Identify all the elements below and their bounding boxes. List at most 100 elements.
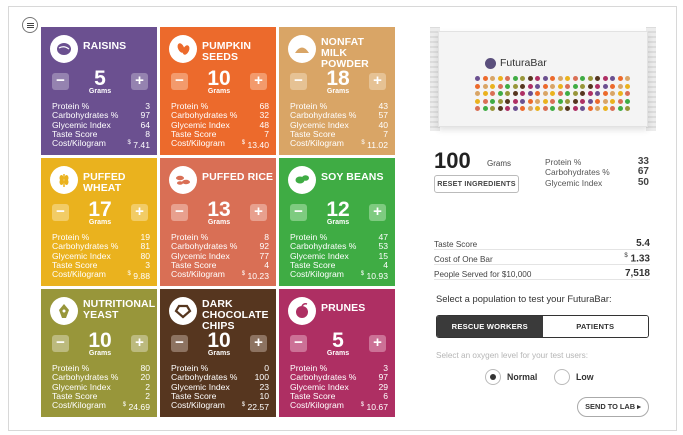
futurabar-logo: FuturaBar: [485, 57, 547, 69]
ingredient-dot: [610, 98, 615, 104]
decrease-button[interactable]: −: [171, 335, 188, 352]
yeast-icon: [50, 297, 78, 325]
patients-tab[interactable]: PATIENTS: [542, 316, 648, 337]
decrease-button[interactable]: −: [52, 335, 69, 352]
grams-stepper: − 5 Grams +: [290, 330, 386, 360]
ingredient-dot: [497, 106, 503, 111]
increase-button[interactable]: +: [369, 73, 386, 90]
decrease-button[interactable]: −: [290, 335, 307, 352]
ingredient-name: SOY BEANS: [321, 171, 384, 183]
cost-row: Cost of One Bar $ 1.33: [434, 250, 650, 265]
increase-button[interactable]: +: [131, 73, 148, 90]
soy-bean-icon: [288, 166, 316, 194]
increase-button[interactable]: +: [250, 73, 267, 90]
grams-value: 17: [88, 198, 112, 221]
ingredient-tile-puffed-rice: PUFFED RICE − 13 Grams + Protein % 8 Carbohydra…: [160, 158, 276, 286]
taste-value: 7: [264, 128, 269, 139]
ingredient-stats: Protein % 3 Carbohydrates % 97 Glycemic Inde…: [52, 101, 150, 150]
ingredient-dot: [572, 76, 578, 81]
people-served-value: 7,518: [624, 268, 650, 279]
ingredient-dot: [565, 91, 570, 96]
futurabar-wrapper-image: FuturaBar: [430, 25, 656, 133]
decrease-button[interactable]: −: [171, 204, 188, 221]
ingredient-dot: [550, 106, 555, 111]
cost-label: Cost/Kilogram: [52, 269, 106, 280]
grams-value: 5: [332, 329, 344, 352]
currency-symbol: $: [241, 402, 246, 409]
ingredient-tile-prunes: PRUNES − 5 Grams + Protein % 3 Carbohydrates % 9…: [279, 289, 395, 417]
oxygen-normal-option[interactable]: Normal: [485, 369, 537, 385]
ingredient-dot: [565, 106, 570, 111]
wheat-icon: [50, 166, 78, 194]
ingredient-dot: [535, 91, 540, 96]
currency-symbol: $: [127, 140, 131, 147]
taste-value: 8: [145, 128, 150, 139]
oxygen-normal-label: Normal: [507, 372, 538, 382]
ingredient-dot: [595, 91, 600, 96]
hamburger-menu-icon[interactable]: [22, 17, 38, 33]
increase-button[interactable]: +: [131, 204, 148, 221]
ingredient-dot: [535, 83, 540, 89]
ingredient-dot: [512, 106, 518, 111]
taste-value: 6: [383, 390, 388, 401]
ingredient-grid: RAISINS −5 Grams + Protein % 3 Carbohydrates %…: [41, 27, 395, 417]
ingredient-dot: [625, 98, 630, 104]
send-to-lab-button[interactable]: SEND TO LAB ▸: [577, 397, 649, 417]
ingredient-dot: [587, 98, 593, 104]
currency-symbol: $: [361, 140, 365, 147]
grams-stepper: − 10 Grams +: [171, 68, 267, 98]
rescue-workers-tab[interactable]: RESCUE WORKERS: [437, 316, 543, 337]
decrease-button[interactable]: −: [52, 204, 69, 221]
increase-button[interactable]: +: [250, 335, 267, 352]
ingredient-dot: [602, 98, 608, 104]
ingredient-dot: [587, 91, 593, 96]
raisin-icon: [50, 35, 78, 63]
decrease-button[interactable]: −: [171, 73, 188, 90]
futurabar-logo-icon: [485, 57, 496, 69]
futurabar-brand: FuturaBar: [500, 57, 547, 69]
ingredient-name: NONFAT MILK POWDER: [321, 36, 369, 70]
decrease-button[interactable]: −: [52, 73, 69, 90]
ingredient-dot: [475, 91, 480, 96]
ingredient-dot: [497, 98, 503, 104]
reset-ingredients-button[interactable]: RESET INGREDIENTS: [434, 175, 519, 193]
ingredient-dot: [505, 98, 510, 104]
increase-button[interactable]: +: [369, 204, 386, 221]
ingredient-dot: [482, 98, 488, 104]
ingredient-name: PUFFED RICE: [202, 171, 274, 183]
decrease-button[interactable]: −: [290, 73, 307, 90]
radio-unselected-icon[interactable]: [554, 369, 570, 385]
ingredient-dot: [625, 83, 630, 89]
decrease-button[interactable]: −: [290, 204, 307, 221]
ingredient-tile-pumpkin-seeds: PUMPKIN SEEDS − 10 Grams + Protein % 68 Carbohy…: [160, 27, 276, 155]
ingredient-dot: [520, 91, 525, 96]
cost-amount: 24.69: [128, 402, 150, 413]
grams-unit: Grams: [88, 219, 112, 226]
grams-value: 13: [207, 198, 231, 221]
ingredient-dot: [535, 106, 540, 111]
cost-currency: $: [624, 252, 628, 259]
ingredient-dot: [520, 106, 525, 111]
grams-unit: Grams: [207, 88, 231, 95]
grams-unit: Grams: [326, 219, 350, 226]
radio-selected-icon[interactable]: [485, 369, 501, 385]
increase-button[interactable]: +: [369, 335, 386, 352]
rice-icon: [169, 166, 197, 194]
ingredient-tile-nonfat-milk-powder: NONFAT MILK POWDER − 18 Grams + Protein % 43 Ca…: [279, 27, 395, 155]
ingredient-dot: [617, 83, 623, 89]
ingredient-dot: [512, 83, 518, 89]
ingredient-dot: [580, 98, 585, 104]
oxygen-low-option[interactable]: Low: [554, 369, 594, 385]
ingredient-dot: [527, 106, 533, 111]
increase-button[interactable]: +: [250, 204, 267, 221]
taste-value: 10: [259, 390, 269, 401]
ingredient-dot: [497, 76, 503, 81]
taste-score-row: Taste Score 5.4: [434, 235, 650, 250]
ingredient-dot: [482, 91, 488, 96]
taste-value: 2: [145, 390, 150, 401]
ingredient-dot: [587, 76, 593, 81]
increase-button[interactable]: +: [131, 335, 148, 352]
ingredient-dot: [490, 91, 495, 96]
ingredient-dot: [490, 76, 495, 81]
grams-unit: Grams: [207, 350, 231, 357]
